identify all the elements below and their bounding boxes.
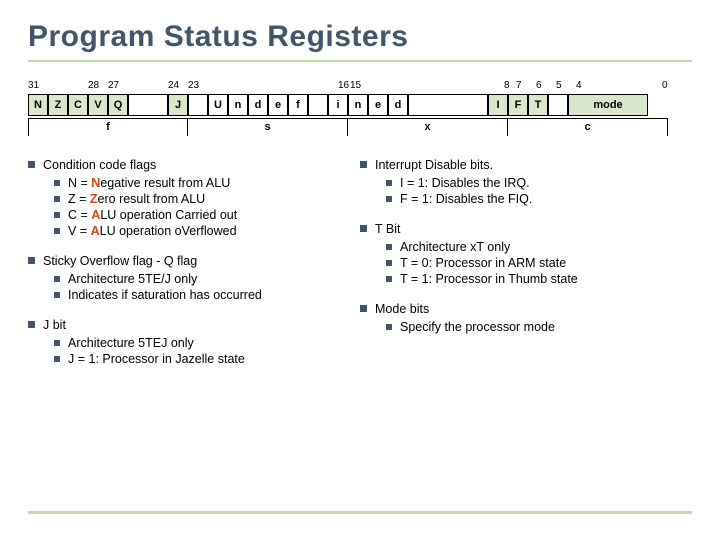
psr-i: I bbox=[488, 94, 508, 116]
bit-7: 7 bbox=[516, 80, 522, 91]
bullet-icon bbox=[360, 161, 367, 168]
field-c: c bbox=[508, 118, 668, 136]
left-column: Condition code flags N = Negative result… bbox=[28, 158, 360, 382]
psr-e16: e bbox=[368, 94, 388, 116]
bullet-icon bbox=[386, 244, 392, 250]
cond-z: Z = Zero result from ALU bbox=[68, 192, 205, 206]
q-i2: Indicates if saturation has occurred bbox=[68, 288, 262, 302]
psr-n22: n bbox=[228, 94, 248, 116]
bullet-icon bbox=[28, 257, 35, 264]
psr-gap3 bbox=[308, 94, 328, 116]
psr-n17: n bbox=[348, 94, 368, 116]
bullet-icon bbox=[54, 212, 60, 218]
bit-31: 31 bbox=[28, 80, 39, 91]
bit-15: 15 bbox=[350, 80, 361, 91]
psr-j: J bbox=[168, 94, 188, 116]
psr-q: Q bbox=[108, 94, 128, 116]
psr-gap4 bbox=[408, 94, 488, 116]
psr-u23: U bbox=[208, 94, 228, 116]
bullet-icon bbox=[386, 276, 392, 282]
bullet-icon bbox=[54, 292, 60, 298]
bullet-icon bbox=[54, 356, 60, 362]
bullet-icon bbox=[54, 276, 60, 282]
field-f: f bbox=[28, 118, 188, 136]
psr-f: F bbox=[508, 94, 528, 116]
intd-i: I = 1: Disables the IRQ. bbox=[400, 176, 530, 190]
bit-8: 8 bbox=[504, 80, 510, 91]
psr-t: T bbox=[528, 94, 548, 116]
bit-16: 16 bbox=[338, 80, 349, 91]
mode-i1: Specify the processor mode bbox=[400, 320, 555, 334]
bullet-icon bbox=[386, 324, 392, 330]
bit-6: 6 bbox=[536, 80, 542, 91]
cond-n: N = Negative result from ALU bbox=[68, 176, 230, 190]
bit-23: 23 bbox=[188, 80, 199, 91]
bullet-icon bbox=[54, 180, 60, 186]
bit-5: 5 bbox=[556, 80, 562, 91]
psr-n: N bbox=[28, 94, 48, 116]
cond-v: V = ALU operation oVerflowed bbox=[68, 224, 237, 238]
bit-0: 0 bbox=[662, 80, 668, 91]
bit-28: 28 bbox=[88, 80, 99, 91]
psr-d15: d bbox=[388, 94, 408, 116]
intd-f: F = 1: Disables the FIQ. bbox=[400, 192, 532, 206]
psr-f19: f bbox=[288, 94, 308, 116]
section-cond-flags: Condition code flags N = Negative result… bbox=[28, 158, 360, 238]
field-x: x bbox=[348, 118, 508, 136]
psr-diagram: 31 28 27 24 23 16 15 8 7 6 5 4 0 N Z C V… bbox=[28, 80, 668, 136]
mode-bits-title: Mode bits bbox=[375, 302, 429, 316]
bullet-icon bbox=[28, 321, 35, 328]
section-int-disable: Interrupt Disable bits. I = 1: Disables … bbox=[360, 158, 692, 206]
q-i1: Architecture 5TE/J only bbox=[68, 272, 197, 286]
bullet-icon bbox=[28, 161, 35, 168]
j-i1: Architecture 5TEJ only bbox=[68, 336, 194, 350]
psr-i18: i bbox=[328, 94, 348, 116]
bullet-icon bbox=[386, 180, 392, 186]
t-bit-title: T Bit bbox=[375, 222, 400, 236]
j-bit-title: J bit bbox=[43, 318, 66, 332]
bullet-icon bbox=[386, 260, 392, 266]
field-s: s bbox=[188, 118, 348, 136]
tbit-i3: T = 1: Processor in Thumb state bbox=[400, 272, 578, 286]
tbit-i2: T = 0: Processor in ARM state bbox=[400, 256, 566, 270]
right-column: Interrupt Disable bits. I = 1: Disables … bbox=[360, 158, 692, 382]
psr-d21: d bbox=[248, 94, 268, 116]
footer-divider bbox=[28, 511, 692, 514]
psr-gap2 bbox=[188, 94, 208, 116]
psr-gap1 bbox=[128, 94, 168, 116]
psr-e20: e bbox=[268, 94, 288, 116]
bit-24: 24 bbox=[168, 80, 179, 91]
page-title: Program Status Registers bbox=[28, 20, 692, 54]
cond-flags-title: Condition code flags bbox=[43, 158, 156, 172]
bullet-icon bbox=[54, 228, 60, 234]
section-mode-bits: Mode bits Specify the processor mode bbox=[360, 302, 692, 334]
cond-c: C = ALU operation Carried out bbox=[68, 208, 237, 222]
section-q-flag: Sticky Overflow flag - Q flag Architectu… bbox=[28, 254, 360, 302]
section-j-bit: J bit Architecture 5TEJ only J = 1: Proc… bbox=[28, 318, 360, 366]
psr-gap5 bbox=[548, 94, 568, 116]
psr-mode: mode bbox=[568, 94, 648, 116]
psr-z: Z bbox=[48, 94, 68, 116]
bit-27: 27 bbox=[108, 80, 119, 91]
bullet-icon bbox=[360, 225, 367, 232]
j-i2: J = 1: Processor in Jazelle state bbox=[68, 352, 245, 366]
bullet-icon bbox=[54, 196, 60, 202]
psr-c: C bbox=[68, 94, 88, 116]
psr-v: V bbox=[88, 94, 108, 116]
bullet-icon bbox=[386, 196, 392, 202]
bit-4: 4 bbox=[576, 80, 582, 91]
divider bbox=[28, 60, 692, 62]
tbit-i1: Architecture xT only bbox=[400, 240, 510, 254]
section-t-bit: T Bit Architecture xT only T = 0: Proces… bbox=[360, 222, 692, 286]
bullet-icon bbox=[360, 305, 367, 312]
q-flag-title: Sticky Overflow flag - Q flag bbox=[43, 254, 197, 268]
int-disable-title: Interrupt Disable bits. bbox=[375, 158, 493, 172]
bullet-icon bbox=[54, 340, 60, 346]
